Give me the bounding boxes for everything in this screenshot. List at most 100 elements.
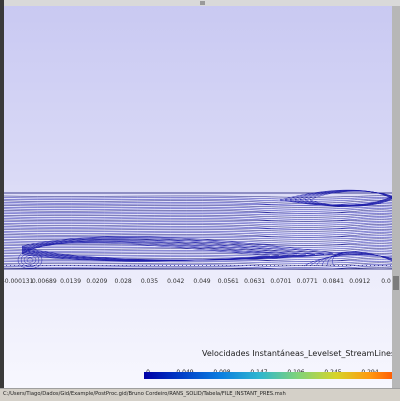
mesh-node: [142, 265, 143, 266]
mesh-node: [134, 265, 135, 266]
mesh-node: [322, 265, 323, 266]
mesh-node: [278, 265, 279, 266]
mesh-node: [250, 265, 251, 266]
mesh-node: [106, 265, 107, 266]
mesh-node: [10, 265, 11, 266]
mesh-node: [354, 265, 355, 266]
mesh-node: [122, 265, 123, 266]
mesh-node: [178, 265, 179, 266]
mesh-node: [118, 265, 119, 266]
plot-title: Velocidades Instantáneas_Levelset_Stream…: [202, 349, 392, 358]
mesh-node: [370, 265, 371, 266]
mesh-node: [46, 265, 47, 266]
mesh-node: [82, 265, 83, 266]
mesh-node: [366, 265, 367, 266]
mesh-node: [6, 265, 7, 266]
mesh-node: [246, 265, 247, 266]
streamline: [4, 195, 392, 198]
x-tick-label: 0.0912: [349, 278, 371, 285]
mesh-node: [330, 265, 331, 266]
x-tick-label: 0.035: [140, 278, 159, 285]
mesh-node: [34, 265, 35, 266]
recirculation-streamline: [21, 241, 280, 262]
mesh-node: [262, 265, 263, 266]
graphics-viewport[interactable]: -0.000131 0.00689 0.0139 0.0209 0.028 0.035 0.…: [4, 6, 392, 388]
mesh-node: [70, 265, 71, 266]
mesh-node: [54, 265, 55, 266]
streamline: [4, 261, 392, 264]
x-tick-label: 0.028: [114, 278, 132, 285]
x-tick-label: 0.049: [193, 278, 211, 285]
mesh-node: [202, 265, 203, 266]
mesh-node: [162, 265, 163, 266]
postprocessor-window: -0.000131 0.00689 0.0139 0.0209 0.028 0.035 0.…: [0, 0, 400, 401]
mesh-node: [74, 265, 75, 266]
mesh-node: [214, 265, 215, 266]
scroll-thumb[interactable]: [393, 276, 399, 290]
mesh-node: [358, 265, 359, 266]
mesh-node: [234, 265, 235, 266]
streamline: [4, 221, 392, 224]
mesh-node: [198, 265, 199, 266]
mesh-node: [206, 265, 207, 266]
mesh-node: [286, 265, 287, 266]
mesh-node: [314, 265, 315, 266]
mesh-node: [310, 265, 311, 266]
mesh-node: [294, 265, 295, 266]
x-tick-label: 0.0701: [270, 278, 292, 285]
mesh-node: [166, 265, 167, 266]
mesh-node: [182, 265, 183, 266]
mesh-node: [238, 265, 239, 266]
mesh-node: [218, 265, 219, 266]
mesh-node: [38, 265, 39, 266]
mesh-node: [302, 265, 303, 266]
mesh-node: [174, 265, 175, 266]
x-tick-label: 0.0: [381, 278, 391, 285]
mesh-node: [386, 265, 387, 266]
mesh-node: [154, 265, 155, 266]
mesh-node: [338, 265, 339, 266]
mesh-node: [298, 265, 299, 266]
mesh-node: [102, 265, 103, 266]
mesh-node: [18, 265, 19, 266]
mesh-node: [14, 265, 15, 266]
mesh-node: [334, 265, 335, 266]
mesh-node: [50, 265, 51, 266]
right-scroll-panel[interactable]: [392, 6, 400, 388]
mesh-node: [258, 265, 259, 266]
x-tick-label: -0.000131: [4, 278, 34, 285]
mesh-node: [90, 265, 91, 266]
velocity-colorbar: [144, 372, 400, 379]
status-bar: C:/Users/Tiago/Dados/Gid/Example/PostPro…: [0, 388, 400, 401]
streamline: [4, 229, 392, 232]
mesh-node: [94, 265, 95, 266]
streamlines-plot: [4, 189, 392, 270]
mesh-node: [226, 265, 227, 266]
mesh-node: [342, 265, 343, 266]
mesh-node: [158, 265, 159, 266]
mesh-node: [306, 265, 307, 266]
x-tick-label: 0.0209: [86, 278, 108, 285]
mesh-node: [130, 265, 131, 266]
mesh-node: [350, 265, 351, 266]
mesh-node: [382, 265, 383, 266]
x-tick-label: 0.0631: [244, 278, 266, 285]
mesh-node: [378, 265, 379, 266]
title-strip-handle[interactable]: [200, 1, 205, 5]
mesh-node: [222, 265, 223, 266]
mesh-node: [326, 265, 327, 266]
mesh-node: [110, 265, 111, 266]
mesh-node: [318, 265, 319, 266]
streamline: [4, 213, 392, 216]
mesh-node: [194, 265, 195, 266]
mesh-node: [362, 265, 363, 266]
mesh-node: [210, 265, 211, 266]
mesh-node: [390, 265, 391, 266]
mesh-node: [150, 265, 151, 266]
mesh-node: [58, 265, 59, 266]
mesh-node: [186, 265, 187, 266]
mesh-node: [26, 265, 27, 266]
mesh-node: [290, 265, 291, 266]
mesh-node: [66, 265, 67, 266]
mesh-node: [146, 265, 147, 266]
